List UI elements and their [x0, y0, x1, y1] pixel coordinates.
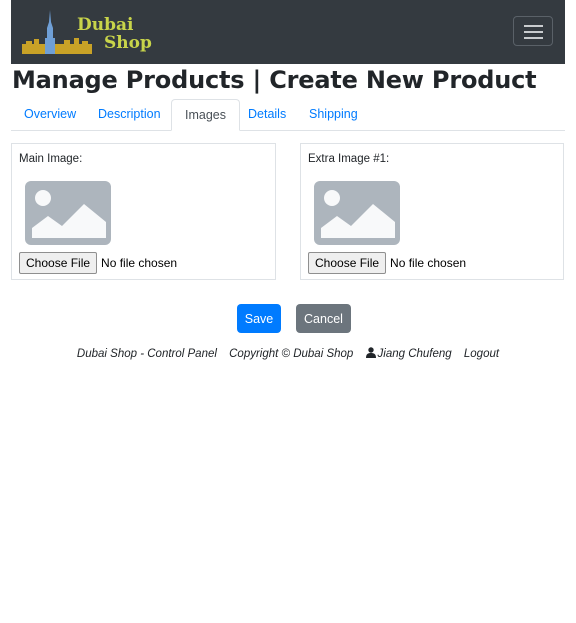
page-title: Manage Products | Create New Product — [12, 66, 537, 94]
main-image-choose-file-button[interactable]: Choose File — [19, 252, 98, 274]
main-image-card: Main Image: Choose File No file chosen — [11, 143, 276, 280]
extra-image-choose-file-button[interactable]: Choose File — [308, 252, 387, 274]
extra-image-label: Extra Image #1: — [308, 153, 390, 165]
tab-details[interactable]: Details — [235, 99, 299, 130]
logo-text-dubai: Dubai — [77, 15, 134, 35]
hamburger-menu-icon — [524, 25, 543, 27]
save-button[interactable]: Save — [237, 304, 281, 333]
product-tabs: Overview Description Images Details Ship… — [11, 99, 565, 131]
main-image-file-input: Choose File No file chosen — [19, 252, 177, 274]
top-navbar: Dubai Shop — [11, 0, 565, 64]
user-icon — [365, 347, 376, 358]
footer: Dubai Shop - Control Panel Copyright © D… — [0, 347, 576, 360]
tab-shipping[interactable]: Shipping — [296, 99, 371, 130]
image-placeholder-icon — [22, 178, 114, 248]
cancel-button[interactable]: Cancel — [296, 304, 351, 333]
tab-images[interactable]: Images — [171, 99, 240, 131]
extra-image-file-status: No file chosen — [390, 256, 467, 270]
main-image-file-status: No file chosen — [101, 256, 178, 270]
tab-overview[interactable]: Overview — [11, 99, 89, 130]
footer-copyright: Copyright © Dubai Shop — [229, 348, 354, 360]
footer-user[interactable]: Jiang Chufeng — [365, 347, 452, 360]
logout-link[interactable]: Logout — [464, 348, 499, 360]
footer-brand: Dubai Shop - Control Panel — [76, 348, 217, 360]
logo-text-shop: Shop — [104, 33, 152, 53]
navbar-toggler-button[interactable] — [513, 16, 553, 46]
footer-user-name: Jiang Chufeng — [377, 348, 452, 360]
extra-image-card-1: Extra Image #1: Choose File No file chos… — [300, 143, 564, 280]
dubai-shop-logo[interactable]: Dubai Shop — [22, 8, 152, 56]
extra-image-file-input: Choose File No file chosen — [308, 252, 466, 274]
main-image-label: Main Image: — [19, 153, 83, 165]
image-placeholder-icon — [311, 178, 403, 248]
tab-description[interactable]: Description — [85, 99, 174, 130]
